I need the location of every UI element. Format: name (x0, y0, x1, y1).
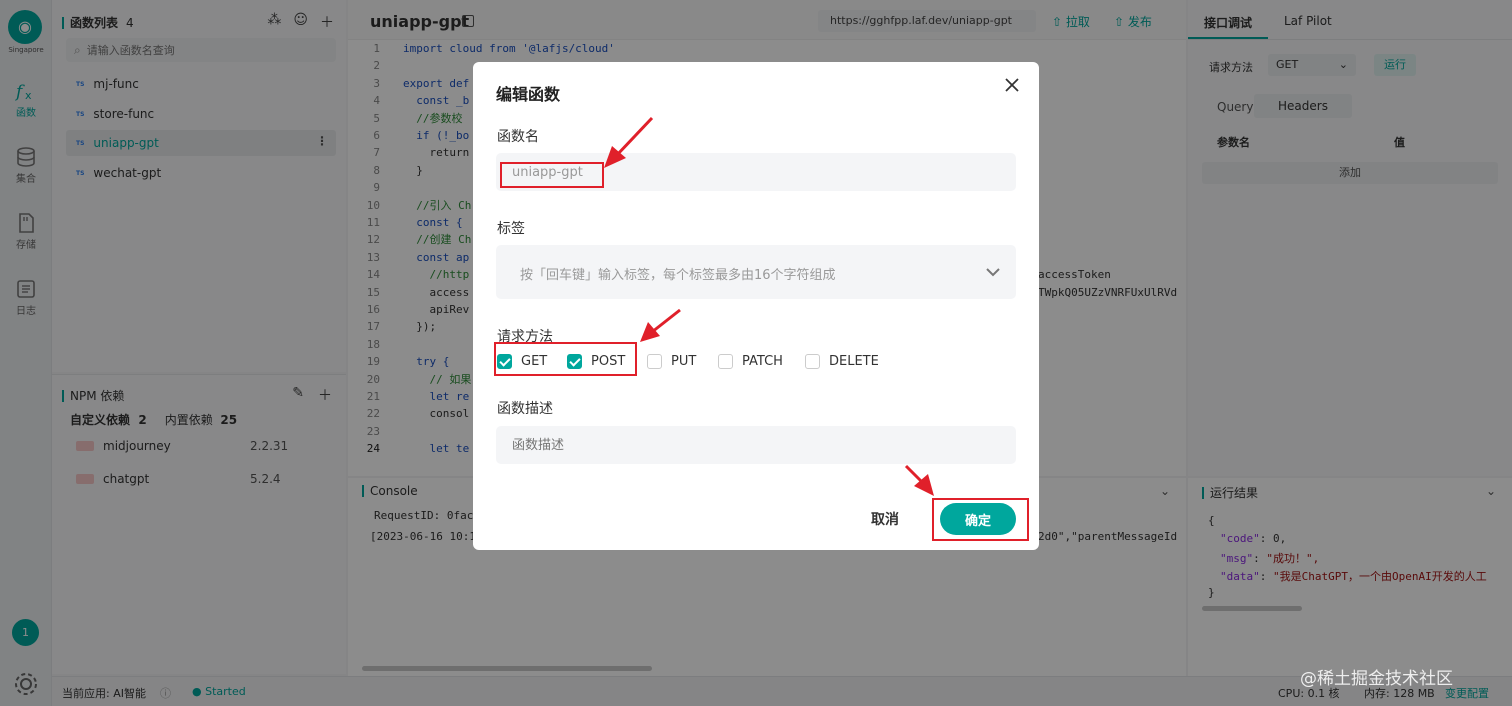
chevron-down-icon (986, 268, 1000, 277)
description-label: 函数描述 (497, 401, 553, 417)
highlight-box-confirm (932, 498, 1029, 541)
edit-function-dialog: 编辑函数 函数名 标签 按「回车键」输入标签，每个标签最多由16个字符组成 请求… (473, 62, 1039, 550)
method-checkbox-put[interactable]: PUT (647, 354, 696, 369)
description-input[interactable] (496, 426, 1016, 464)
tag-label: 标签 (497, 221, 525, 237)
highlight-box-name (500, 162, 604, 188)
checkbox-icon (805, 354, 820, 369)
tag-placeholder: 按「回车键」输入标签，每个标签最多由16个字符组成 (520, 268, 836, 283)
cancel-button[interactable]: 取消 (871, 509, 899, 529)
checkbox-icon (647, 354, 662, 369)
watermark: @稀土掘金技术社区 (1300, 669, 1453, 689)
checkbox-icon (718, 354, 733, 369)
tag-select[interactable]: 按「回车键」输入标签，每个标签最多由16个字符组成 (496, 245, 1016, 299)
dialog-title: 编辑函数 (496, 85, 561, 104)
method-checkbox-delete[interactable]: DELETE (805, 354, 879, 369)
function-name-label: 函数名 (497, 129, 539, 145)
method-checkbox-patch[interactable]: PATCH (718, 354, 783, 369)
highlight-box-methods (494, 342, 637, 376)
close-icon[interactable] (1003, 76, 1021, 94)
